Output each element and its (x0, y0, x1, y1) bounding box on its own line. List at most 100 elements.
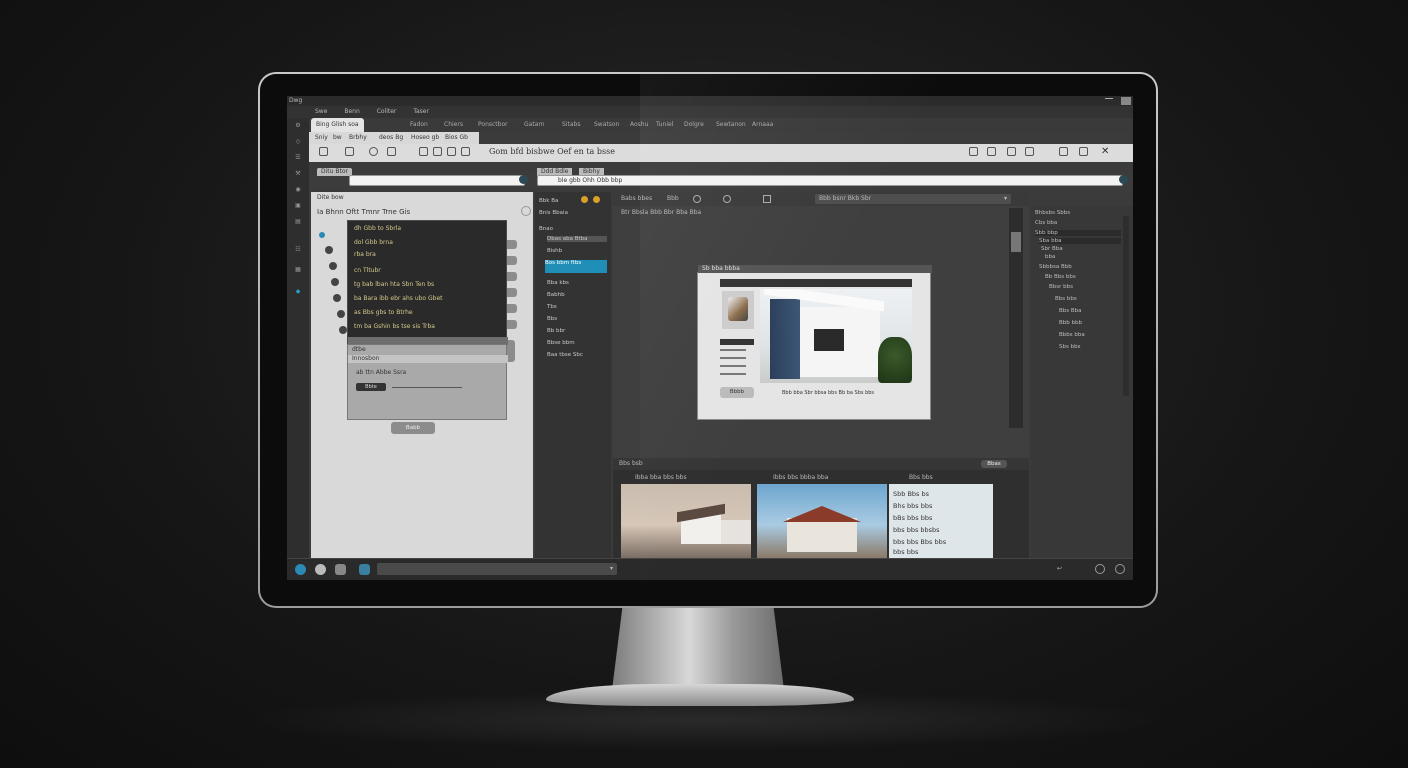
menu-item[interactable]: Coliter (377, 108, 397, 116)
menu-item[interactable]: Swe (315, 108, 327, 116)
tools-icon[interactable]: ⚒ (290, 170, 306, 177)
layer-item[interactable]: Bba kbs (547, 280, 569, 286)
tree-item[interactable]: Bbs bbs (1055, 296, 1077, 302)
film-text-card[interactable]: Sbb Bbs bs Bhs bbs bbs bBs bbs bbs bbs b… (889, 484, 993, 558)
paste-icon[interactable] (447, 147, 456, 156)
viewport-tool[interactable]: Babs bbes (621, 195, 652, 203)
viewport-dropdown[interactable]: Bbb bsnr Bkb Sbr ▾ (815, 194, 1011, 204)
layers-icon[interactable]: ☰ (290, 154, 306, 161)
app-icon[interactable] (315, 564, 326, 575)
left-search-input[interactable] (349, 175, 525, 186)
sub-button[interactable]: Bbte (356, 383, 386, 391)
warning-icon[interactable] (581, 196, 588, 203)
layer-item[interactable]: Dbas aba Btba (547, 236, 607, 242)
tab-7[interactable]: Aoshu (625, 118, 653, 132)
tree-item[interactable]: Sbr Bba (1041, 246, 1063, 252)
tree-item[interactable]: Bbbs bba (1059, 332, 1085, 338)
tree-item[interactable]: bba (1045, 254, 1055, 260)
tab-1[interactable]: Fadon (405, 118, 433, 132)
settings-icon[interactable]: ☷ (290, 246, 306, 253)
tab-11[interactable]: Arnaaa (747, 118, 778, 132)
tab-8[interactable]: Tuniel (651, 118, 678, 132)
sub-tab[interactable]: Sniy (315, 134, 328, 142)
tab-9[interactable]: Dolgre (679, 118, 709, 132)
network-icon[interactable] (1095, 564, 1105, 574)
app-icon[interactable] (335, 564, 346, 575)
nav-icon[interactable]: ◇ (290, 138, 306, 145)
panel-tab[interactable]: Ditu Btor (317, 168, 352, 176)
maximize-icon[interactable] (1121, 97, 1131, 105)
tree-item[interactable]: Bbs Bba (1059, 308, 1082, 314)
tree-item[interactable]: Cbs bba (1035, 220, 1057, 226)
app-logo-icon[interactable]: ⚙ (290, 122, 306, 129)
taskbar-search[interactable]: ▾ (377, 563, 617, 575)
palette-icon[interactable] (319, 147, 328, 156)
slider-track[interactable] (392, 387, 462, 388)
target-icon[interactable] (693, 195, 701, 203)
folder-icon[interactable]: ▤ (290, 218, 306, 225)
save-icon[interactable] (345, 147, 354, 156)
layer-item[interactable]: Babhb (547, 292, 565, 298)
tree-item[interactable]: Sba bba (1039, 238, 1121, 244)
call-icon[interactable] (969, 147, 978, 156)
sub-tab[interactable]: deos Bg (379, 134, 403, 142)
layer-item[interactable]: Baa tbse Sbc (547, 352, 583, 358)
grid-icon[interactable]: ▦ (290, 266, 306, 273)
film-thumb[interactable] (621, 484, 751, 558)
tree-item[interactable]: Bb Bbs bbs (1045, 274, 1076, 280)
tab-primary[interactable]: Bing Glish soa (311, 118, 364, 132)
tray-icon[interactable]: ↩ (1057, 565, 1062, 573)
go-icon[interactable] (1119, 175, 1128, 184)
tree-item[interactable]: Sbbbsa Bbb (1039, 264, 1072, 270)
layer-item[interactable]: Bbse bbm (547, 340, 575, 346)
layer-item[interactable]: Bbs (547, 316, 557, 322)
tree-item[interactable]: Sbs bbs (1059, 344, 1080, 350)
layer-item[interactable]: Bnao (539, 226, 553, 232)
copy-icon[interactable] (433, 147, 442, 156)
menu-item[interactable]: Benn (344, 108, 359, 116)
undo-icon[interactable] (461, 147, 470, 156)
close-icon[interactable]: ✕ (1101, 146, 1109, 157)
layer-item[interactable]: Bb bbr (547, 328, 565, 334)
sub-tab[interactable]: Hoseo gb (411, 134, 439, 142)
edit-icon[interactable] (1025, 147, 1034, 156)
circle-icon[interactable] (723, 195, 731, 203)
layer-item[interactable]: Tbs (547, 304, 557, 310)
refresh-icon[interactable] (521, 206, 531, 216)
grid-view-icon[interactable] (1079, 147, 1088, 156)
clock-icon[interactable] (1115, 564, 1125, 574)
sub-tab[interactable]: Brbhy (349, 134, 367, 142)
link-icon[interactable] (369, 147, 378, 156)
tab-2[interactable]: Chiers (439, 118, 468, 132)
doc-button[interactable]: Bbbb (720, 387, 754, 398)
phone-icon[interactable] (387, 147, 396, 156)
square-icon[interactable] (763, 195, 771, 203)
viewport-tool[interactable]: Bbb (667, 195, 679, 203)
sub-tab[interactable]: Bios Gb (445, 134, 468, 142)
tree-item[interactable]: Sbb bbp (1035, 230, 1121, 236)
active-tool-icon[interactable]: ◆ (290, 288, 306, 295)
tab-6[interactable]: Swatson (589, 118, 624, 132)
share-icon[interactable] (1007, 147, 1016, 156)
cut-icon[interactable] (419, 147, 428, 156)
start-icon[interactable] (295, 564, 306, 575)
info-icon[interactable] (593, 196, 600, 203)
tab-10[interactable]: Sewtanon (711, 118, 751, 132)
scrollbar-thumb[interactable] (1011, 232, 1021, 252)
sub-tab[interactable]: bw (333, 134, 342, 142)
canvas-document[interactable]: Sb bba bbba Bbbb Bbb bba Sbr bbsa bbs Bb… (697, 265, 932, 420)
tab-5[interactable]: Sitabs (557, 118, 585, 132)
tree-item[interactable]: Bbsr bbs (1049, 284, 1073, 290)
layer-item[interactable]: Bishb (547, 248, 562, 254)
menu-item[interactable]: Taser (413, 108, 429, 116)
camera-icon[interactable]: ◉ (290, 186, 306, 193)
tab-3[interactable]: Ponsctbor (473, 118, 513, 132)
address-input[interactable]: ble gbb Ohh Obb bbp (537, 175, 1123, 186)
layer-item-selected[interactable]: Bos bbm ftbs (545, 260, 607, 273)
tree-item[interactable]: Bbb bbb (1059, 320, 1082, 326)
film-thumb[interactable] (757, 484, 887, 558)
tab-4[interactable]: Gatarn (519, 118, 550, 132)
filmstrip-button[interactable]: Bbas (981, 460, 1007, 468)
crop-icon[interactable] (987, 147, 996, 156)
bottom-button[interactable]: Babb (391, 422, 435, 434)
